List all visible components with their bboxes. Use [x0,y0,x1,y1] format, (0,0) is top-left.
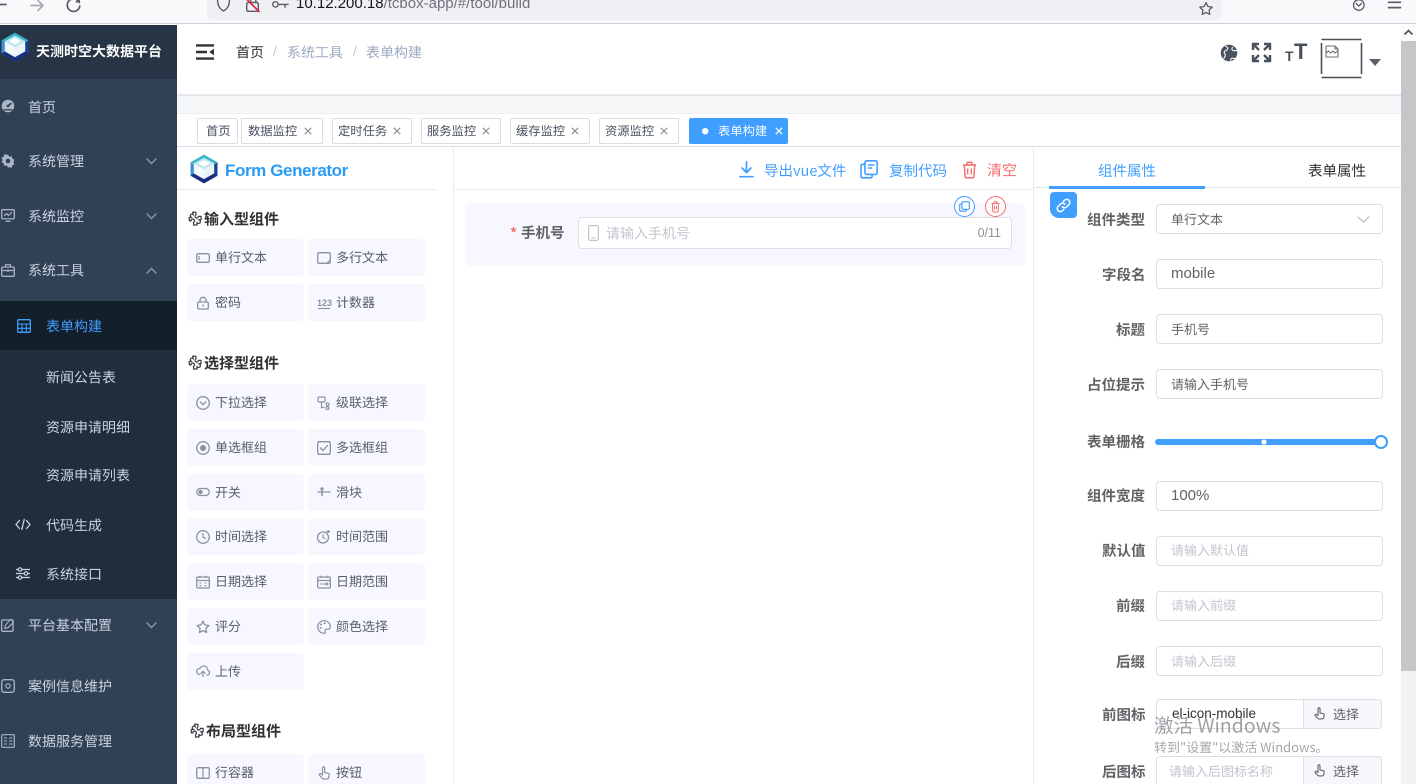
svg-text:123: 123 [317,298,332,308]
